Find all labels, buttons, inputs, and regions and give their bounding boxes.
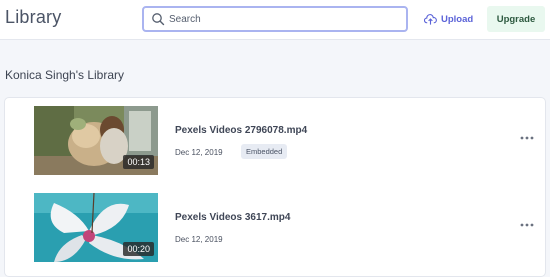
status-badge: Embedded [241, 144, 288, 159]
video-list: 00:13 Pexels Videos 2796078.mp4 Dec 12, … [4, 97, 546, 277]
search-input[interactable] [169, 10, 399, 28]
video-thumbnail[interactable]: 00:13 [34, 106, 158, 175]
video-date: Dec 12, 2019 [175, 235, 223, 244]
search-icon [152, 13, 165, 26]
more-icon[interactable] [519, 220, 535, 230]
page-title: Library [5, 7, 62, 27]
video-thumbnail[interactable]: 00:20 [34, 193, 158, 262]
list-item[interactable]: 00:13 Pexels Videos 2796078.mp4 Dec 12, … [5, 98, 547, 182]
video-duration: 00:13 [123, 155, 154, 169]
video-title[interactable]: Pexels Videos 2796078.mp4 [175, 125, 307, 136]
search-box[interactable] [142, 6, 408, 32]
video-duration: 00:20 [123, 242, 154, 256]
upload-button[interactable]: Upload [424, 11, 473, 27]
more-icon[interactable] [519, 133, 535, 143]
video-title[interactable]: Pexels Videos 3617.mp4 [175, 212, 290, 223]
top-bar: Library Upload Upgrade [0, 0, 550, 40]
list-item[interactable]: 00:20 Pexels Videos 3617.mp4 Dec 12, 201… [5, 185, 547, 269]
upload-label: Upload [441, 13, 474, 25]
upload-icon [424, 13, 437, 25]
upgrade-button[interactable]: Upgrade [487, 6, 545, 32]
library-heading: Konica Singh's Library [5, 68, 125, 82]
video-date: Dec 12, 2019 [175, 148, 223, 157]
